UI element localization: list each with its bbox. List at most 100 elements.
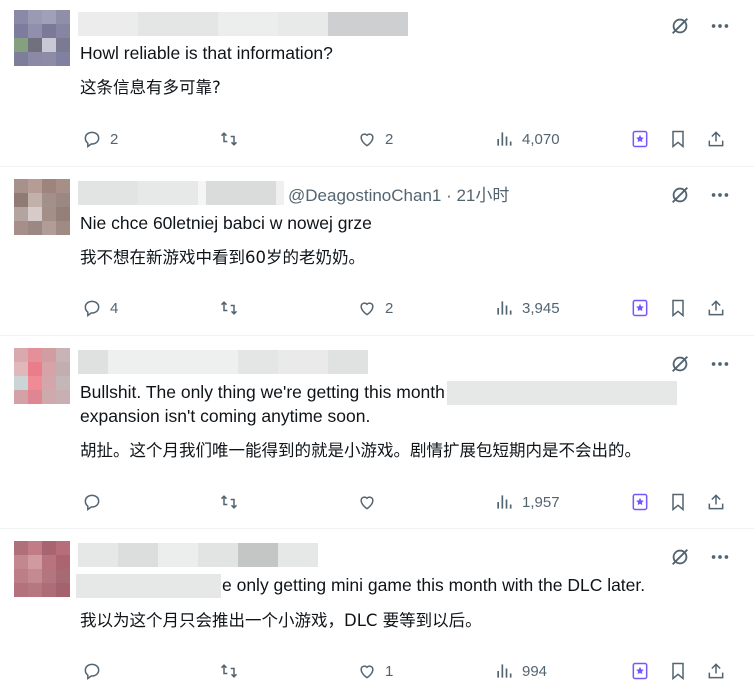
more-icon[interactable] [708, 545, 732, 569]
like-button[interactable] [355, 490, 379, 514]
like-button[interactable]: 2 [355, 127, 393, 151]
like-button[interactable]: 1 [355, 659, 393, 683]
action-bar: 1 994 [80, 659, 732, 683]
views-button[interactable]: 3,945 [492, 296, 560, 320]
view-count: 3,945 [522, 299, 560, 317]
share-button[interactable] [704, 490, 728, 514]
grok-star-icon [628, 296, 652, 320]
reply-icon [80, 296, 104, 320]
views-button[interactable]: 4,070 [492, 127, 560, 151]
author-name-redacted[interactable] [78, 543, 318, 567]
tweet-translation: 我以为这个月只会推出一个小游戏，DLC 要等到以后。 [80, 611, 482, 630]
like-count: 2 [385, 299, 394, 317]
bookmark-icon [666, 296, 690, 320]
tweet-text-line-1: Bullshit. The only thing we're getting t… [80, 381, 677, 406]
bookmark-button[interactable] [666, 296, 690, 320]
author-name-redacted[interactable] [78, 12, 408, 36]
views-icon [492, 296, 516, 320]
redacted-text [76, 574, 221, 599]
tweet-text: Howl reliable is that information? [80, 43, 333, 63]
views-icon [492, 490, 516, 514]
grok-button[interactable] [628, 296, 652, 320]
retweet-icon [217, 296, 241, 320]
bookmark-icon [666, 490, 690, 514]
grok-button[interactable] [628, 659, 652, 683]
retweet-icon [217, 127, 241, 151]
like-button[interactable]: 2 [355, 296, 393, 320]
retweet-icon [217, 490, 241, 514]
tweet-4[interactable]: e only getting mini game this month with… [0, 529, 754, 700]
more-icon[interactable] [708, 183, 732, 207]
tweet-1[interactable]: Howl reliable is that information? 这条信息有… [0, 0, 754, 167]
view-count: 994 [522, 662, 548, 680]
reply-icon [80, 127, 104, 151]
retweet-button[interactable] [217, 659, 241, 683]
reply-button[interactable] [80, 659, 104, 683]
grok-slash-icon[interactable] [668, 14, 692, 38]
action-bar: 2 2 4,070 [80, 127, 732, 151]
reply-icon [80, 490, 104, 514]
avatar[interactable] [14, 10, 70, 66]
bookmark-button[interactable] [666, 490, 690, 514]
like-icon [355, 490, 379, 514]
bookmark-button[interactable] [666, 659, 690, 683]
view-count: 1,957 [522, 493, 560, 511]
grok-star-icon [628, 659, 652, 683]
tweet-text-part: e only getting mini game this month with… [222, 575, 646, 595]
handle-and-time[interactable]: @DeagostinoChan1 · 21小时 [288, 181, 509, 206]
retweet-button[interactable] [217, 296, 241, 320]
share-button[interactable] [704, 659, 728, 683]
tweet-translation: 胡扯。这个月我们唯一能得到的就是小游戏。剧情扩展包短期内是不会出的。 [80, 441, 641, 460]
share-button[interactable] [704, 296, 728, 320]
views-button[interactable]: 1,957 [492, 490, 560, 514]
grok-slash-icon[interactable] [668, 352, 692, 376]
author-name-redacted[interactable] [78, 350, 368, 374]
retweet-icon [217, 659, 241, 683]
like-count: 2 [385, 130, 394, 148]
reply-count: 4 [110, 299, 119, 317]
action-bar: 4 2 3,945 [80, 296, 732, 320]
grok-slash-icon[interactable] [668, 545, 692, 569]
share-icon [704, 490, 728, 514]
grok-button[interactable] [628, 490, 652, 514]
view-count: 4,070 [522, 130, 560, 148]
bookmark-icon [666, 659, 690, 683]
share-icon [704, 296, 728, 320]
reply-button[interactable]: 2 [80, 127, 118, 151]
like-count: 1 [385, 662, 394, 680]
tweet-3[interactable]: Bullshit. The only thing we're getting t… [0, 336, 754, 529]
tweet-text: Nie chce 60letniej babci w nowej grze [80, 213, 372, 233]
like-icon [355, 659, 379, 683]
grok-slash-icon[interactable] [668, 183, 692, 207]
more-icon[interactable] [708, 14, 732, 38]
like-icon [355, 127, 379, 151]
more-icon[interactable] [708, 352, 732, 376]
action-bar: 1,957 [80, 490, 732, 514]
grok-star-icon [628, 127, 652, 151]
like-icon [355, 296, 379, 320]
views-icon [492, 127, 516, 151]
share-icon [704, 127, 728, 151]
tweet-text-line-1: e only getting mini game this month with… [76, 574, 646, 599]
reply-button[interactable]: 4 [80, 296, 118, 320]
avatar[interactable] [14, 541, 70, 597]
bookmark-button[interactable] [666, 127, 690, 151]
grok-button[interactable] [628, 127, 652, 151]
redacted-text [446, 381, 677, 406]
share-button[interactable] [704, 127, 728, 151]
retweet-button[interactable] [217, 490, 241, 514]
bookmark-icon [666, 127, 690, 151]
tweet-text-line-2: expansion isn't coming anytime soon. [80, 406, 371, 426]
reply-icon [80, 659, 104, 683]
retweet-button[interactable] [217, 127, 241, 151]
views-icon [492, 659, 516, 683]
avatar[interactable] [14, 348, 70, 404]
author-name-redacted[interactable]: @DeagostinoChan1 · 21小时 [78, 181, 509, 205]
reply-button[interactable] [80, 490, 104, 514]
share-icon [704, 659, 728, 683]
tweet-2[interactable]: @DeagostinoChan1 · 21小时 Nie chce 60letni… [0, 167, 754, 336]
views-button[interactable]: 994 [492, 659, 547, 683]
reply-count: 2 [110, 130, 119, 148]
avatar[interactable] [14, 179, 70, 235]
tweet-translation: 这条信息有多可靠? [80, 78, 221, 97]
